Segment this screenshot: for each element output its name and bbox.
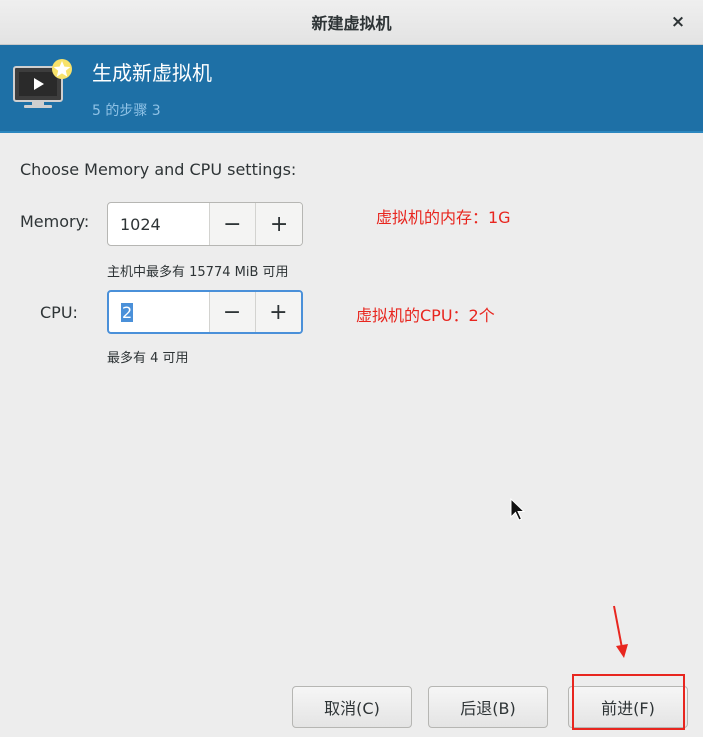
mouse-pointer-icon: [510, 498, 526, 521]
cpu-increment-button[interactable]: +: [254, 292, 301, 332]
window-title: 新建虚拟机: [311, 14, 392, 33]
banner-step: 5 的步骤 3: [92, 103, 161, 119]
cpu-label: CPU:: [40, 303, 78, 322]
close-icon[interactable]: ×: [667, 11, 689, 33]
forward-highlight-box: [572, 674, 685, 730]
banner-divider: [0, 131, 703, 133]
memory-spinbutton[interactable]: 1024 − +: [107, 202, 303, 246]
wizard-banner: 生成新虚拟机 5 的步骤 3: [0, 45, 703, 133]
memory-decrement-button[interactable]: −: [209, 203, 256, 245]
cancel-button[interactable]: 取消(C): [292, 686, 412, 728]
cpu-decrement-button[interactable]: −: [209, 292, 255, 332]
window-titlebar: 新建虚拟机 ×: [0, 0, 703, 45]
monitor-icon: [13, 59, 72, 108]
red-arrow-icon: [613, 605, 628, 658]
back-button[interactable]: 后退(B): [428, 686, 548, 728]
cpu-input-value: 2: [121, 302, 134, 322]
cpu-annotation: 虚拟机的CPU：2个: [356, 306, 495, 325]
memory-hint: 主机中最多有 15774 MiB 可用: [107, 265, 289, 280]
memory-input[interactable]: 1024: [108, 203, 210, 245]
banner-title: 生成新虚拟机: [92, 61, 212, 85]
memory-annotation: 虚拟机的内存：1G: [376, 208, 511, 227]
memory-label: Memory:: [20, 212, 90, 231]
section-heading: Choose Memory and CPU settings:: [20, 160, 297, 179]
cpu-hint: 最多有 4 可用: [107, 351, 189, 366]
cpu-input[interactable]: 2: [109, 292, 210, 332]
cpu-spinbutton[interactable]: 2 − +: [107, 290, 303, 334]
memory-increment-button[interactable]: +: [255, 203, 302, 245]
